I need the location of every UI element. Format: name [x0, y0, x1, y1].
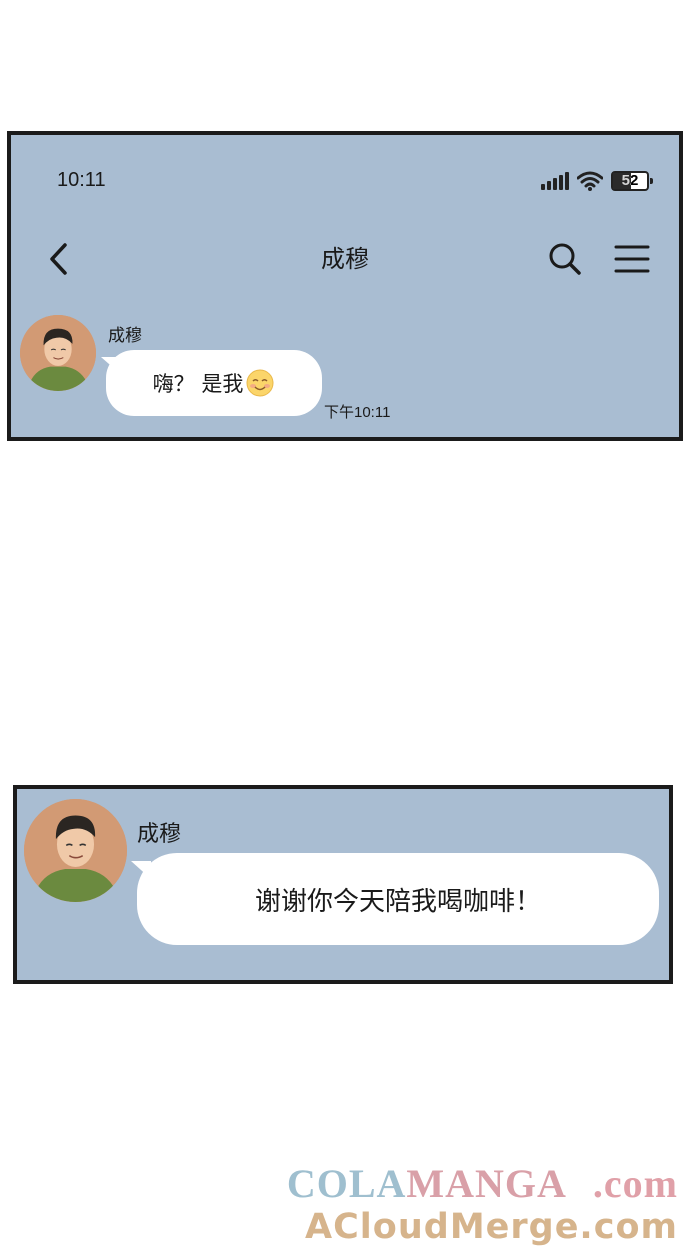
- man-portrait-icon: [20, 315, 96, 391]
- status-icons: 52: [541, 171, 653, 191]
- watermark-colamanga: COLAMANGA .com: [287, 1160, 678, 1207]
- chat-screen-panel: 10:11 52 成穆 成穆 嗨？ 是我 下午10:11: [7, 131, 683, 441]
- avatar[interactable]: [24, 799, 127, 902]
- chat-closeup-panel: 成穆 谢谢你今天陪我喝咖啡！: [13, 785, 673, 984]
- smiling-face-emoji: [246, 369, 274, 397]
- message-text: 嗨？ 是我: [152, 372, 244, 396]
- search-icon[interactable]: [547, 241, 583, 277]
- message-bubble[interactable]: 嗨？ 是我: [106, 350, 322, 416]
- status-time: 10:11: [57, 169, 106, 191]
- wifi-icon: [577, 171, 603, 191]
- message-bubble[interactable]: 谢谢你今天陪我喝咖啡！: [137, 853, 659, 945]
- sender-name: 成穆: [137, 822, 182, 847]
- sender-name: 成穆: [108, 326, 142, 346]
- message-text: 谢谢你今天陪我喝咖啡！: [254, 886, 541, 917]
- message-timestamp: 下午10:11: [324, 404, 391, 421]
- battery-icon: 52: [611, 171, 653, 191]
- watermark-part: .com: [592, 1161, 678, 1206]
- watermark-acloudmerge: ACloudMerge.com: [305, 1207, 678, 1247]
- signal-icon: [541, 172, 569, 190]
- watermark-part: COLA: [286, 1161, 407, 1206]
- avatar[interactable]: [20, 315, 96, 391]
- battery-level: 52: [621, 172, 639, 189]
- hamburger-menu-icon[interactable]: [613, 243, 651, 275]
- man-portrait-icon: [24, 799, 127, 902]
- watermark-part: MANGA: [406, 1161, 567, 1206]
